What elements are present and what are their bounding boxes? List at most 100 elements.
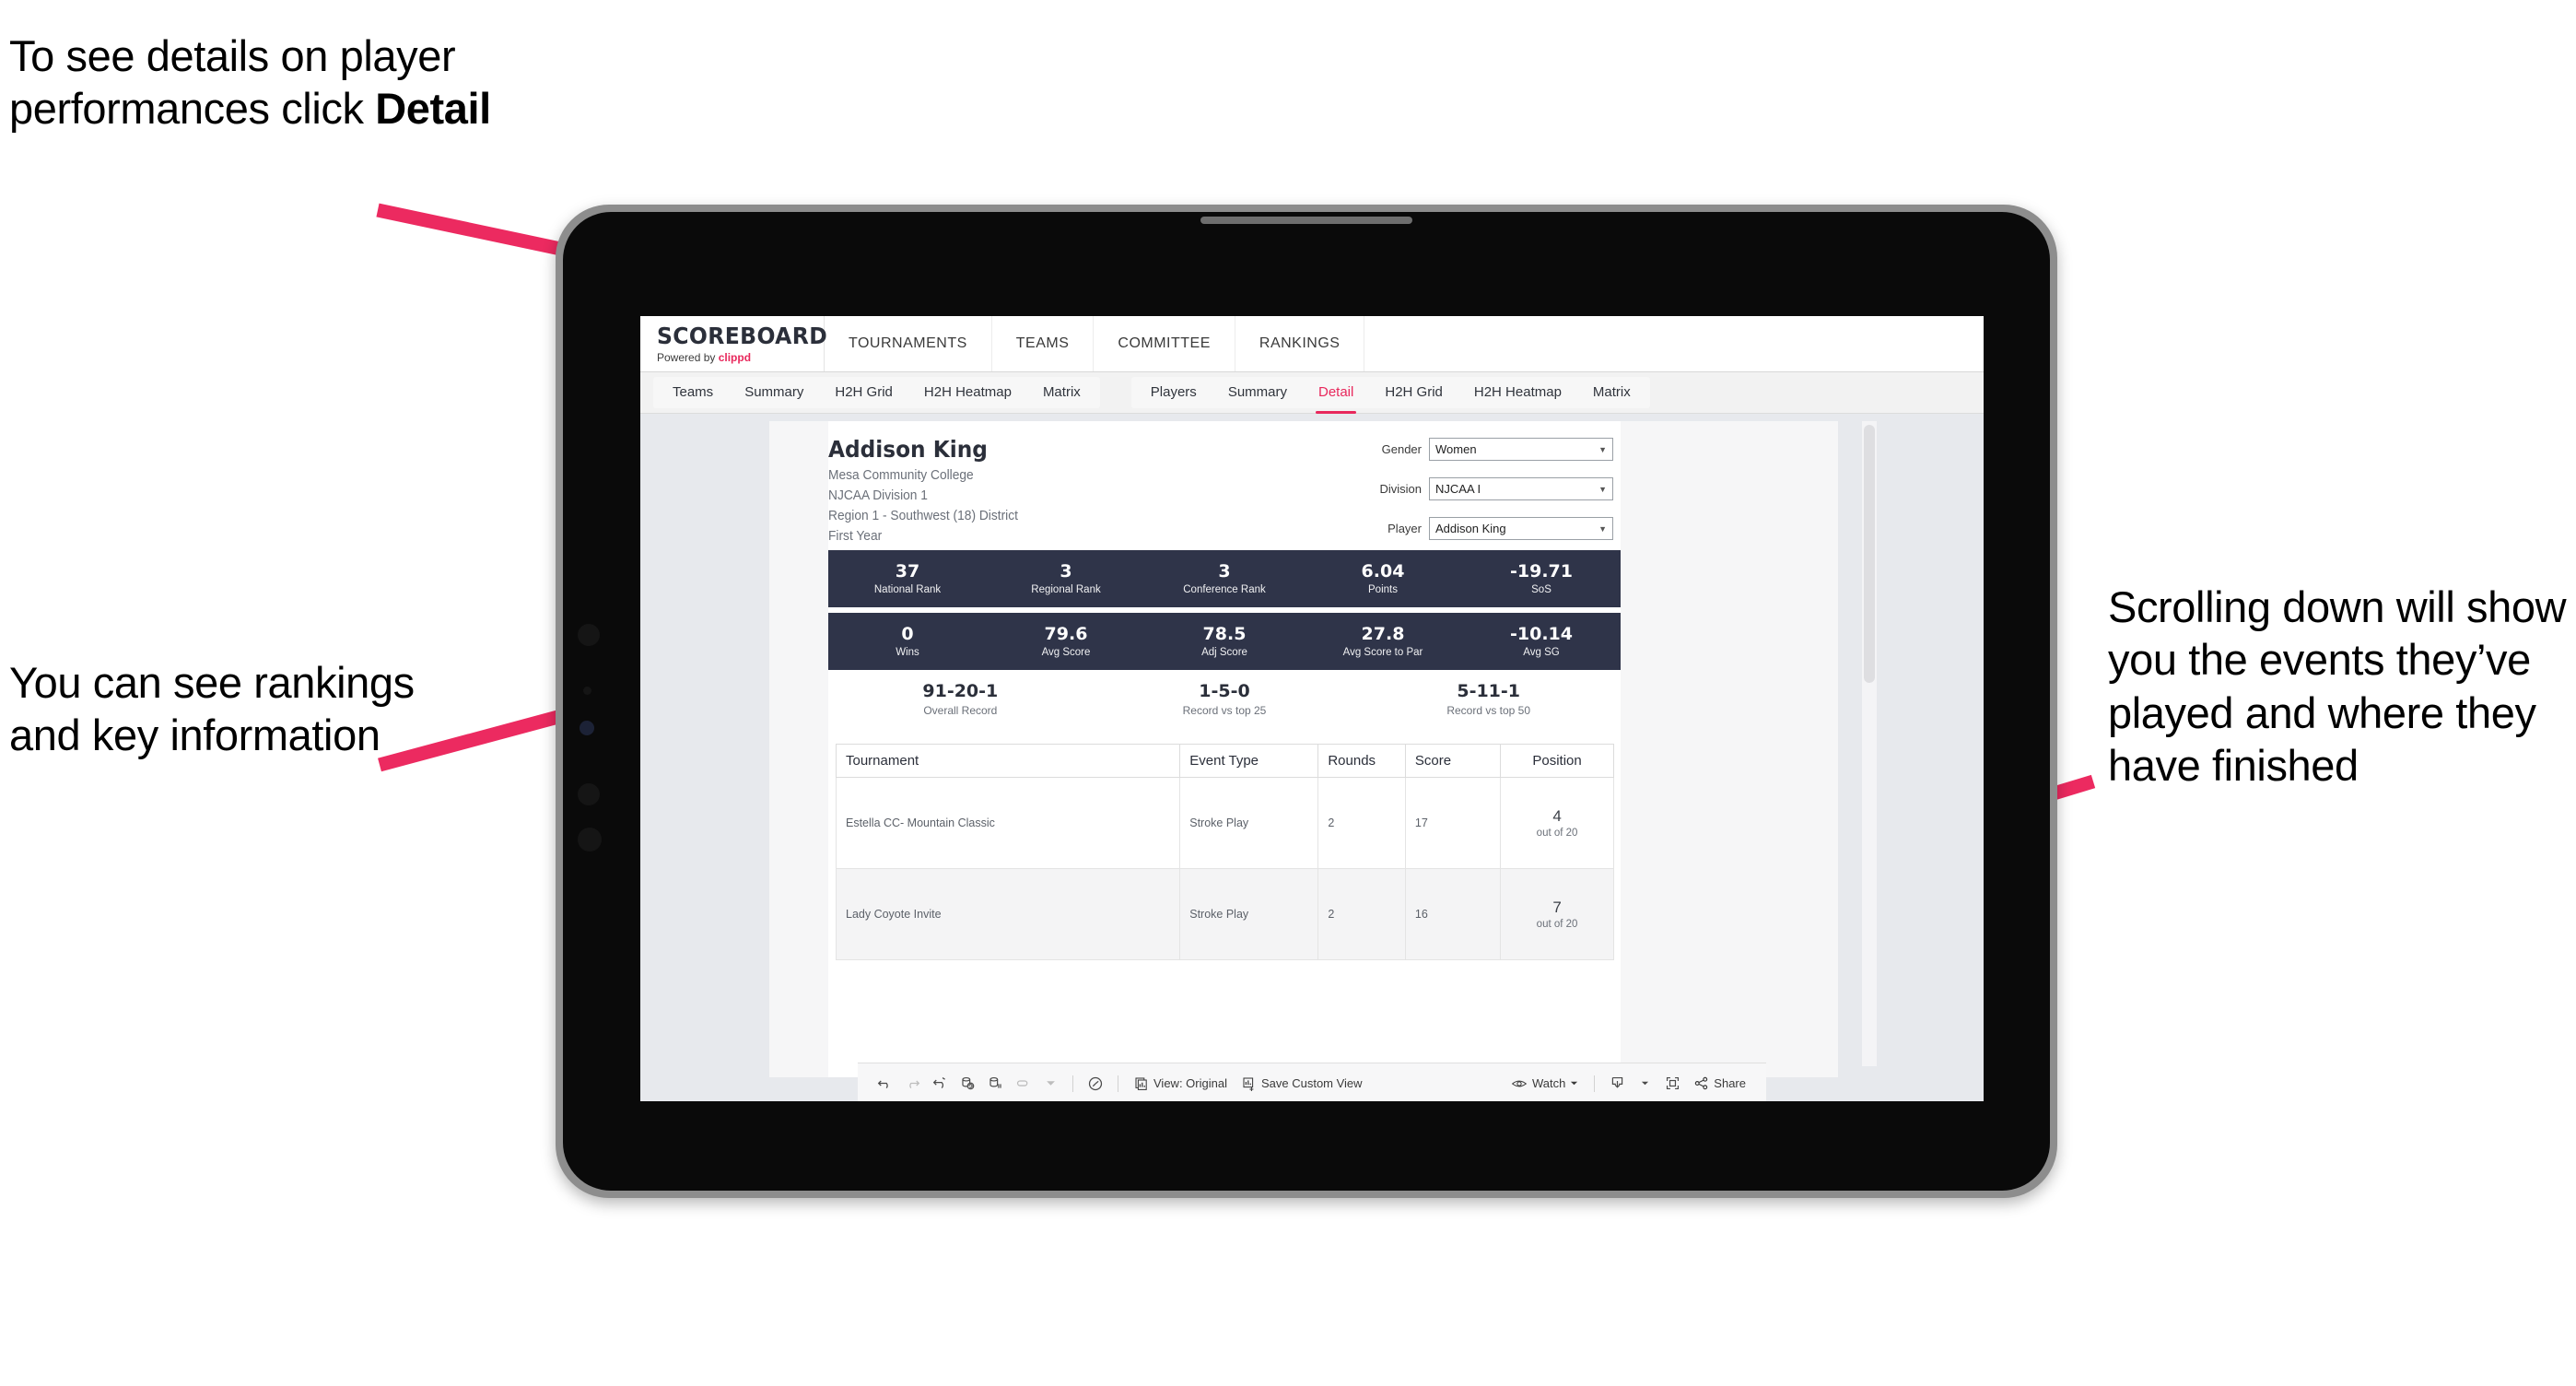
column-header-event-type[interactable]: Event Type [1179, 744, 1319, 778]
record-label: Record vs top 50 [1446, 704, 1531, 717]
tournaments-table: Tournament Event Type Rounds Score Posit… [835, 744, 1614, 960]
callout-detail-bold: Detail [375, 84, 491, 134]
cell-tournament: Lady Coyote Invite [835, 868, 1181, 960]
subnav-item-detail[interactable]: Detail [1303, 377, 1369, 414]
filter-value-player: Addison King [1435, 522, 1506, 535]
clippd-brand: clippd [718, 350, 752, 364]
share-button[interactable]: Share [1686, 1075, 1753, 1091]
stat-label: Conference Rank [1183, 584, 1266, 596]
topnav-rankings[interactable]: RANKINGS [1235, 316, 1365, 371]
subnav-item-teams[interactable]: Teams [657, 377, 729, 408]
record-label: Record vs top 25 [1182, 704, 1267, 717]
callout-detail-instruction: To see details on player performances cl… [9, 29, 599, 135]
table-row[interactable]: Estella CC- Mountain Classic Stroke Play… [835, 777, 1614, 869]
stat-national-rank: 37 National Rank [828, 561, 987, 596]
brand-subtitle: Powered by clippd [657, 351, 824, 364]
microphone-dot-icon [578, 783, 600, 805]
cell-rounds: 2 [1317, 868, 1406, 960]
subnav-item-players[interactable]: Players [1135, 377, 1212, 408]
stats-band-rankings: 37 National Rank 3 Regional Rank 3 Confe… [828, 550, 1621, 607]
record-value: 1-5-0 [1199, 681, 1250, 701]
filter-select-player[interactable]: Addison King ▼ [1429, 517, 1613, 540]
cell-event-type: Stroke Play [1179, 777, 1319, 869]
stat-value: 3 [1060, 560, 1072, 581]
cell-tournament: Estella CC- Mountain Classic [835, 777, 1181, 869]
column-header-position[interactable]: Position [1500, 744, 1614, 778]
fullscreen-icon[interactable] [1658, 1070, 1686, 1098]
column-header-rounds[interactable]: Rounds [1317, 744, 1406, 778]
stat-wins: 0 Wins [828, 623, 987, 659]
cell-event-type: Stroke Play [1179, 868, 1319, 960]
column-header-score[interactable]: Score [1404, 744, 1502, 778]
subnav-item-h2h-grid-teams[interactable]: H2H Grid [819, 377, 908, 408]
records-row: 91-20-1 Overall Record 1-5-0 Record vs t… [828, 681, 1621, 717]
view-original-button[interactable]: View: Original [1127, 1076, 1235, 1091]
powered-by-text: Powered by [657, 350, 719, 364]
subnav-teams-group: Teams Summary H2H Grid H2H Heatmap Matri… [653, 377, 1100, 408]
player-header: Addison King Mesa Community College NJCA… [828, 436, 1344, 544]
subnav-item-matrix-teams[interactable]: Matrix [1027, 377, 1096, 408]
pause-resume-icon[interactable] [1082, 1070, 1109, 1098]
stat-avg-score-to-par: 27.8 Avg Score to Par [1304, 623, 1462, 659]
flash-dot-icon [578, 828, 602, 852]
stat-value: 3 [1218, 560, 1231, 581]
subnav-item-matrix-players[interactable]: Matrix [1577, 377, 1646, 408]
filter-label-division: Division [1379, 482, 1422, 496]
table-header-row: Tournament Event Type Rounds Score Posit… [835, 744, 1614, 778]
subnav-item-h2h-grid-players[interactable]: H2H Grid [1369, 377, 1458, 408]
filter-row-division: Division NJCAA I ▼ [1337, 477, 1613, 500]
record-vs-top-50: 5-11-1 Record vs top 50 [1356, 681, 1621, 717]
subnav-item-h2h-heatmap-players[interactable]: H2H Heatmap [1458, 377, 1577, 408]
filter-row-player: Player Addison King ▼ [1337, 517, 1613, 540]
chevron-down-icon [1570, 1079, 1578, 1087]
filter-select-division[interactable]: NJCAA I ▼ [1429, 477, 1613, 500]
save-view-icon [1242, 1076, 1257, 1091]
sensor-dot-icon [583, 687, 591, 695]
subnav-item-h2h-heatmap-teams[interactable]: H2H Heatmap [908, 377, 1027, 408]
stat-adj-score: 78.5 Adj Score [1145, 624, 1304, 659]
filter-row-gender: Gender Women ▼ [1337, 438, 1613, 461]
stat-value: 0 [901, 623, 914, 644]
cell-score: 17 [1404, 777, 1502, 869]
redo-icon[interactable] [898, 1070, 926, 1098]
tablet-device: SCOREBOARD Powered by clippd TOURNAMENTS… [556, 205, 2057, 1198]
download-icon[interactable] [1603, 1070, 1631, 1098]
stat-value: 79.6 [1044, 623, 1088, 644]
filter-select-gender[interactable]: Women ▼ [1429, 438, 1613, 461]
stat-label: National Rank [873, 584, 942, 596]
subnav-item-summary-teams[interactable]: Summary [729, 377, 819, 408]
stat-regional-rank: 3 Regional Rank [987, 560, 1145, 596]
save-custom-view-label: Save Custom View [1260, 1076, 1363, 1090]
scrollbar-thumb[interactable] [1864, 425, 1875, 683]
undo-icon[interactable] [871, 1070, 898, 1098]
record-vs-top-25: 1-5-0 Record vs top 25 [1093, 681, 1357, 717]
watch-button[interactable]: Watch [1504, 1075, 1586, 1092]
revert-icon[interactable] [926, 1070, 954, 1098]
clear-sheet-icon[interactable] [1009, 1070, 1036, 1098]
brand-logo[interactable]: SCOREBOARD Powered by clippd [640, 316, 827, 371]
tablet-bezel: SCOREBOARD Powered by clippd TOURNAMENTS… [563, 212, 2050, 1191]
tableau-toolbar: View: Original Save Custom View Watch Sh… [858, 1063, 1766, 1101]
stat-label: Wins [896, 647, 919, 659]
topnav-tournaments[interactable]: TOURNAMENTS [825, 316, 992, 371]
topnav-committee[interactable]: COMMITTEE [1094, 316, 1235, 371]
stat-label: Regional Rank [1031, 584, 1101, 596]
front-camera-icon [580, 721, 594, 735]
toolbar-divider [1072, 1075, 1073, 1092]
column-header-tournament[interactable]: Tournament [835, 744, 1181, 778]
vertical-scrollbar[interactable] [1862, 421, 1877, 1066]
topnav-teams[interactable]: TEAMS [992, 316, 1095, 371]
cell-rounds: 2 [1317, 777, 1406, 869]
chevron-down-icon[interactable] [1036, 1070, 1064, 1098]
pause-auto-update-icon[interactable] [981, 1070, 1009, 1098]
refresh-data-icon[interactable] [954, 1070, 981, 1098]
subnav-item-summary-players[interactable]: Summary [1212, 377, 1303, 408]
watch-label: Watch [1531, 1076, 1566, 1090]
table-row[interactable]: Lady Coyote Invite Stroke Play 2 16 7 ou… [835, 868, 1614, 960]
eye-icon [1511, 1075, 1528, 1092]
dashboard-area: Addison King Mesa Community College NJCA… [640, 414, 1984, 1101]
stats-band-scoring: 0 Wins 79.6 Avg Score 78.5 Adj Score 27.… [828, 613, 1621, 670]
stat-value: 27.8 [1361, 623, 1405, 644]
save-custom-view-button[interactable]: Save Custom View [1235, 1076, 1370, 1091]
chevron-down-icon[interactable] [1631, 1070, 1658, 1098]
